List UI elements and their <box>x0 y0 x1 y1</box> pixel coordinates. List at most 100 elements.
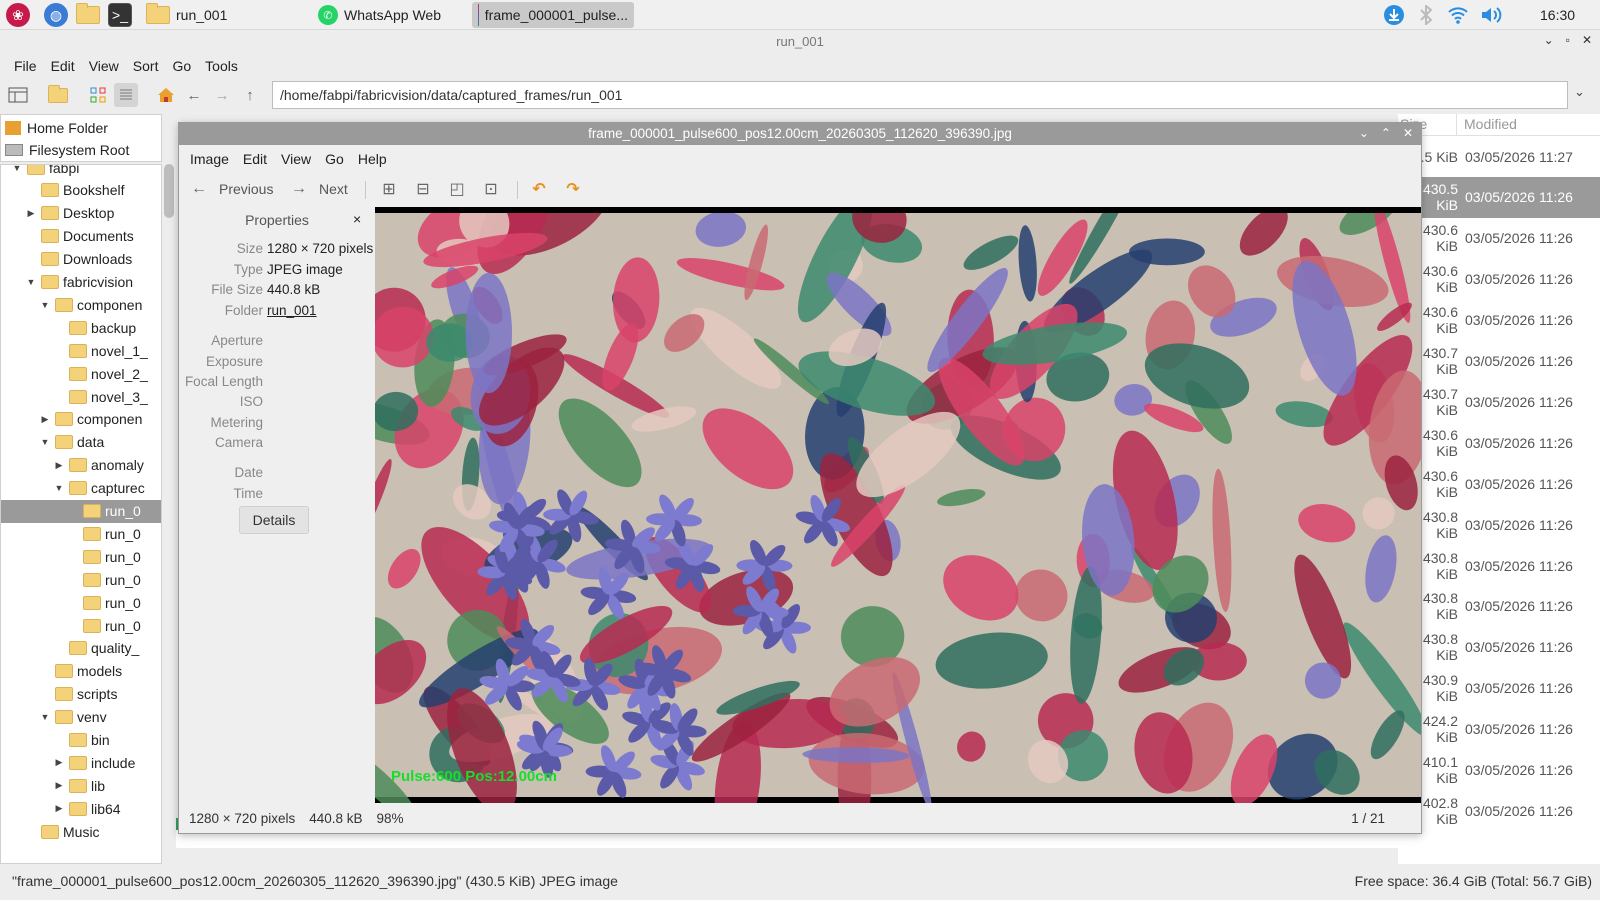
tree-item[interactable]: ▼ fabpi <box>1 165 161 179</box>
tree-item[interactable]: ▶ componen <box>1 408 161 431</box>
zoom-in-button[interactable]: ⊞ <box>377 177 401 201</box>
tree-item[interactable]: run_0 <box>1 568 161 591</box>
menu-view[interactable]: View <box>82 58 126 74</box>
file-row[interactable]: 430.6 KiB 03/05/2026 11:26 <box>1398 259 1600 300</box>
file-row[interactable]: 430.5 KiB 03/05/2026 11:26 <box>1398 176 1600 218</box>
file-row[interactable]: 430.7 KiB 03/05/2026 11:26 <box>1398 381 1600 422</box>
wifi-icon[interactable] <box>1446 3 1470 27</box>
tree-item[interactable]: Documents <box>1 225 161 248</box>
zoom-normal-button[interactable]: ◰ <box>445 177 469 201</box>
tree-scrollbar[interactable] <box>162 114 176 864</box>
tree-item[interactable]: ▼ capturec <box>1 477 161 500</box>
tree-item[interactable]: backup <box>1 316 161 339</box>
back-icon[interactable]: ← <box>182 83 206 107</box>
tree-item[interactable]: run_0 <box>1 614 161 637</box>
tree-item[interactable]: scripts <box>1 683 161 706</box>
file-row[interactable]: 402.8 KiB 03/05/2026 11:26 <box>1398 790 1600 831</box>
menu-help[interactable]: Help <box>351 151 394 167</box>
expand-arrow-icon[interactable]: ▼ <box>25 277 37 287</box>
browser-icon[interactable]: ◍ <box>44 3 68 27</box>
menu-go[interactable]: Go <box>318 151 351 167</box>
task-image-viewer[interactable]: frame_000001_pulse... <box>472 2 634 28</box>
menu-go[interactable]: Go <box>165 58 198 74</box>
tree-item[interactable]: ▼ data <box>1 431 161 454</box>
tree-item[interactable]: bin <box>1 729 161 752</box>
tree-item[interactable]: ▶ Desktop <box>1 202 161 225</box>
minimize-icon[interactable]: ⌄ <box>1359 126 1369 140</box>
clock[interactable]: 16:30 <box>1540 7 1575 23</box>
new-folder-icon[interactable] <box>46 83 70 107</box>
expand-arrow-icon[interactable]: ▼ <box>53 483 65 493</box>
file-row[interactable]: 430.8 KiB 03/05/2026 11:26 <box>1398 504 1600 545</box>
file-row[interactable]: 410.1 KiB 03/05/2026 11:26 <box>1398 750 1600 791</box>
close-icon[interactable]: ✕ <box>1582 33 1592 47</box>
tree-item[interactable]: ▼ fabricvision <box>1 271 161 294</box>
menu-edit[interactable]: Edit <box>236 151 274 167</box>
tree-item[interactable]: run_0 <box>1 522 161 545</box>
properties-close-icon[interactable]: × <box>353 211 361 227</box>
icon-view-icon[interactable] <box>86 83 110 107</box>
file-row[interactable]: 430.6 KiB 03/05/2026 11:26 <box>1398 300 1600 341</box>
volume-icon[interactable] <box>1480 3 1504 27</box>
file-row[interactable]: 430.6 KiB 03/05/2026 11:26 <box>1398 218 1600 259</box>
tree-item[interactable]: ▼ venv <box>1 706 161 729</box>
folder-link[interactable]: run_001 <box>267 303 317 318</box>
task-file-manager[interactable]: run_001 <box>140 2 233 28</box>
tree-item[interactable]: ▶ anomaly <box>1 454 161 477</box>
maximize-icon[interactable]: ⌃ <box>1381 126 1391 140</box>
zoom-out-button[interactable]: ⊟ <box>411 177 435 201</box>
tree-item[interactable]: Bookshelf <box>1 179 161 202</box>
tree-item[interactable]: run_0 <box>1 591 161 614</box>
details-button[interactable]: Details <box>239 506 309 534</box>
tree-item[interactable]: run_0 <box>1 545 161 568</box>
tree-item[interactable]: ▶ include <box>1 751 161 774</box>
collapse-arrow-icon[interactable]: ▶ <box>53 803 65 814</box>
collapse-arrow-icon[interactable]: ▶ <box>53 757 65 768</box>
tree-item[interactable]: Downloads <box>1 248 161 271</box>
file-row[interactable]: 430.9 KiB 03/05/2026 11:26 <box>1398 668 1600 709</box>
task-whatsapp[interactable]: ✆ WhatsApp Web <box>312 2 447 28</box>
menu-view[interactable]: View <box>274 151 318 167</box>
bluetooth-icon[interactable] <box>1414 3 1438 27</box>
maximize-icon[interactable]: ▫ <box>1566 33 1570 47</box>
collapse-arrow-icon[interactable]: ▶ <box>53 780 65 791</box>
zoom-fit-button[interactable]: ⊡ <box>479 177 503 201</box>
download-icon[interactable] <box>1382 3 1406 27</box>
menu-tools[interactable]: Tools <box>198 58 245 74</box>
tree-item[interactable]: ▼ componen <box>1 293 161 316</box>
menu-file[interactable]: File <box>7 58 44 74</box>
expand-arrow-icon[interactable]: ▼ <box>11 165 23 173</box>
rotate-left-button[interactable]: ↶ <box>527 177 551 201</box>
tree-item[interactable]: Music <box>1 820 161 843</box>
list-view-icon[interactable] <box>114 83 138 107</box>
file-row[interactable]: 430.6 KiB 03/05/2026 11:26 <box>1398 422 1600 463</box>
collapse-arrow-icon[interactable]: ▶ <box>39 414 51 425</box>
menu-sort[interactable]: Sort <box>126 58 166 74</box>
tree-item[interactable]: ▶ lib64 <box>1 797 161 820</box>
tree-item[interactable]: novel_3_ <box>1 385 161 408</box>
terminal-icon[interactable]: >_ <box>108 3 132 27</box>
collapse-arrow-icon[interactable]: ▶ <box>53 460 65 471</box>
menu-edit[interactable]: Edit <box>44 58 82 74</box>
file-row[interactable]: 424.2 KiB 03/05/2026 11:26 <box>1398 709 1600 750</box>
path-bar[interactable]: /home/fabpi/fabricvision/data/captured_f… <box>272 81 1568 109</box>
tree-item[interactable]: novel_2_ <box>1 362 161 385</box>
expand-arrow-icon[interactable]: ▼ <box>39 437 51 447</box>
next-button[interactable]: → Next <box>287 177 348 201</box>
place-filesystem-root[interactable]: Filesystem Root <box>5 139 129 161</box>
file-manager-icon[interactable] <box>76 3 100 27</box>
tree-item[interactable]: run_0 <box>1 499 161 523</box>
tree-item[interactable]: ▶ lib <box>1 774 161 797</box>
close-icon[interactable]: ✕ <box>1403 126 1413 140</box>
file-row[interactable]: 430.8 KiB 03/05/2026 11:26 <box>1398 586 1600 627</box>
up-icon[interactable]: ↑ <box>238 83 262 107</box>
file-row[interactable]: 430.7 KiB 03/05/2026 11:26 <box>1398 341 1600 382</box>
place-home-folder[interactable]: Home Folder <box>5 117 108 139</box>
file-row[interactable]: 430.6 KiB 03/05/2026 11:26 <box>1398 463 1600 504</box>
expand-arrow-icon[interactable]: ▼ <box>39 300 51 310</box>
tree-item[interactable]: novel_1_ <box>1 339 161 362</box>
home-icon[interactable] <box>154 83 178 107</box>
chevron-down-icon[interactable]: ⌄ <box>1574 84 1585 100</box>
sidebar-toggle-icon[interactable] <box>6 83 30 107</box>
forward-icon[interactable]: → <box>210 83 234 107</box>
